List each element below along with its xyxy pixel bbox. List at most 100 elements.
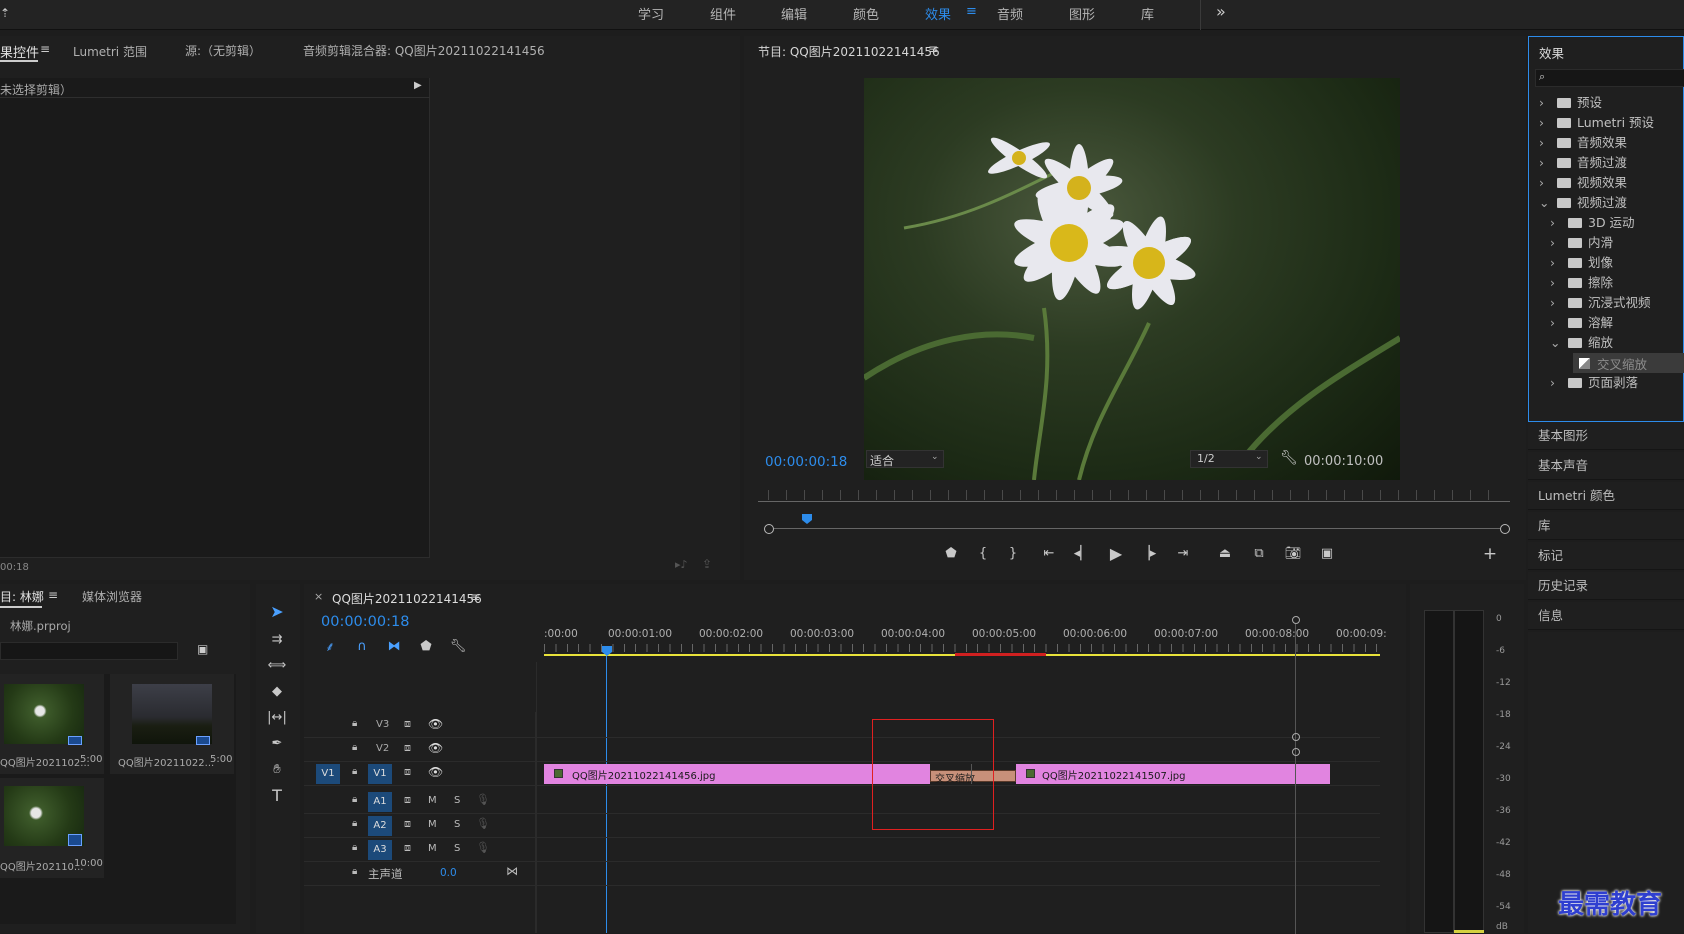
side-panel-essential-graphics[interactable]: 基本图形 (1528, 422, 1684, 450)
playhead-timecode[interactable]: 00:00:00:18 (765, 454, 847, 470)
solo-button[interactable]: S (454, 795, 460, 806)
scrub-playhead[interactable] (802, 514, 812, 524)
tree-item-lumetri-presets[interactable]: › Lumetri 预设 (1539, 113, 1654, 133)
workspace-tab-assembly[interactable]: 组件 (710, 4, 736, 23)
mic-icon[interactable]: 🎙︎ (476, 841, 490, 854)
mute-button[interactable]: M (428, 795, 437, 806)
mute-button[interactable]: M (428, 819, 437, 830)
lock-icon[interactable]: 🔒︎ (352, 766, 357, 777)
master-volume[interactable]: 0.0 (440, 867, 457, 879)
type-tool-icon[interactable]: T (264, 784, 290, 806)
selection-tool-icon[interactable]: ➤ (264, 600, 290, 622)
tab-menu-icon[interactable]: ≡ (40, 42, 50, 56)
fit-dropdown[interactable]: 适合 ⌄ (866, 450, 944, 468)
lift-icon[interactable]: ⏏ (1216, 546, 1234, 561)
tab-project[interactable]: 目: 林娜 (0, 588, 44, 605)
tab-source[interactable]: 源:（无剪辑） (185, 42, 261, 59)
go-to-out-icon[interactable]: ⇥ (1174, 546, 1192, 561)
mic-icon[interactable]: 🎙︎ (476, 817, 490, 830)
side-panel-history[interactable]: 历史记录 (1528, 572, 1684, 600)
timeline-title[interactable]: QQ图片20211022141456 (332, 590, 482, 607)
mark-in-icon[interactable]: { (976, 546, 990, 561)
workspace-tab-color[interactable]: 颜色 (853, 4, 879, 23)
filter-audio-icon[interactable]: ▸♪ (675, 558, 688, 571)
sync-lock-icon[interactable]: ⧈ (404, 793, 411, 807)
more-workspaces-icon[interactable]: » (1216, 2, 1226, 21)
program-menu-icon[interactable]: ≡ (928, 42, 938, 56)
side-panel-lumetri-color[interactable]: Lumetri 颜色 (1528, 482, 1684, 510)
extract-icon[interactable]: ⧉ (1250, 546, 1268, 561)
tree-item-wipe[interactable]: › 擦除 (1550, 273, 1613, 293)
tree-item-3d-motion[interactable]: › 3D 运动 (1550, 213, 1635, 233)
hand-tool-icon[interactable]: ✋︎ (264, 758, 290, 780)
eye-icon[interactable]: 👁︎ (428, 765, 443, 779)
tree-item-dissolve[interactable]: › 溶解 (1550, 313, 1613, 333)
add-button-icon[interactable]: + (1482, 544, 1498, 564)
snap-icon[interactable]: ∩ (354, 638, 370, 654)
track-label[interactable]: V3 (376, 719, 389, 730)
sync-lock-icon[interactable]: ⧈ (404, 741, 411, 755)
side-panel-markers[interactable]: 标记 (1528, 542, 1684, 570)
effects-title[interactable]: 效果 (1539, 43, 1564, 62)
project-item-1[interactable]: QQ图片2021102... 5:00 (0, 674, 104, 774)
workspace-menu-icon[interactable]: ≡ (966, 4, 977, 19)
timeline-settings-icon[interactable]: 🔧︎ (450, 638, 467, 654)
project-menu-icon[interactable]: ≡ (48, 588, 58, 602)
lock-icon[interactable]: 🔒︎ (352, 742, 357, 753)
lock-icon[interactable]: 🔒︎ (352, 866, 357, 877)
nest-icon[interactable]: ⸙ (322, 638, 338, 655)
add-marker-icon[interactable]: ⬟ (418, 638, 434, 654)
wrench-icon[interactable]: 🔧︎ (1280, 450, 1298, 466)
zoom-handle-top[interactable] (1292, 616, 1300, 624)
linked-selection-icon[interactable]: ⧓ (386, 638, 402, 654)
razor-tool-icon[interactable]: ◆ (264, 680, 290, 702)
master-edit-icon[interactable]: ⋈ (506, 864, 518, 878)
tree-item-audio-transitions[interactable]: › 音频过渡 (1539, 153, 1627, 173)
sync-lock-icon[interactable]: ⧈ (404, 841, 411, 855)
track-label[interactable]: A3 (368, 840, 392, 860)
side-panel-libraries[interactable]: 库 (1528, 512, 1684, 540)
source-patch-v1[interactable]: V1 (316, 764, 340, 784)
solo-button[interactable]: S (454, 819, 460, 830)
scrub-end-handle[interactable] (1500, 524, 1510, 534)
go-to-in-icon[interactable]: ⇤ (1040, 546, 1058, 561)
timeline-ruler[interactable]: :00:00 00:00:01:00 00:00:02:00 00:00:03:… (544, 628, 1404, 658)
effects-search[interactable]: ⌕ (1535, 69, 1684, 87)
tree-item-page-peel[interactable]: › 页面剥落 (1550, 373, 1638, 393)
workspace-tab-edit[interactable]: 编辑 (781, 4, 807, 23)
scrub-bar[interactable] (758, 490, 1510, 502)
tab-effect-controls[interactable]: 果控件 (0, 42, 39, 61)
tree-item-zoom[interactable]: ⌄ 缩放 (1550, 333, 1613, 353)
eye-icon[interactable]: 👁︎ (428, 717, 443, 731)
ripple-edit-icon[interactable]: ⟺ (264, 654, 290, 676)
workspace-tab-effects[interactable]: 效果 (925, 4, 951, 23)
lock-icon[interactable]: 🔒︎ (352, 718, 357, 729)
workspace-tab-graphics[interactable]: 图形 (1069, 4, 1095, 23)
expand-arrow-icon[interactable]: ▶ (414, 80, 422, 91)
add-marker-icon[interactable]: ⬟ (944, 546, 958, 561)
export-frame-icon[interactable]: ⇪ (702, 557, 712, 571)
step-forward-icon[interactable]: ▕▸ (1140, 546, 1157, 561)
tree-item-video-transitions[interactable]: ⌄ 视频过渡 (1539, 193, 1627, 213)
lock-icon[interactable]: 🔒︎ (352, 842, 357, 853)
lock-icon[interactable]: 🔒︎ (352, 818, 357, 829)
solo-button[interactable]: S (454, 843, 460, 854)
mark-out-icon[interactable]: } (1006, 546, 1020, 561)
zoom-handle-low[interactable] (1292, 748, 1300, 756)
play-icon[interactable]: ▶ (1108, 544, 1124, 563)
scrub-start-handle[interactable] (764, 524, 774, 534)
tree-item-cross-zoom[interactable]: 交叉缩放 (1573, 353, 1684, 373)
clip-b[interactable]: QQ图片20211022141507.jpg (1016, 764, 1330, 784)
workspace-tab-libraries[interactable]: 库 (1141, 4, 1154, 23)
tree-item-presets[interactable]: › 预设 (1539, 93, 1602, 113)
tab-media-browser[interactable]: 媒体浏览器 (82, 588, 142, 605)
sync-lock-icon[interactable]: ⧈ (404, 817, 411, 831)
camera-icon[interactable]: 📷︎ (1284, 546, 1302, 561)
track-label[interactable]: V1 (368, 764, 392, 784)
mute-button[interactable]: M (428, 843, 437, 854)
tree-item-iris[interactable]: › 划像 (1550, 253, 1613, 273)
tree-item-immersive-video[interactable]: › 沉浸式视频 (1550, 293, 1651, 313)
workspace-tab-audio[interactable]: 音频 (997, 4, 1023, 23)
sync-lock-icon[interactable]: ⧈ (404, 717, 411, 731)
slip-tool-icon[interactable]: |↔| (264, 706, 290, 728)
